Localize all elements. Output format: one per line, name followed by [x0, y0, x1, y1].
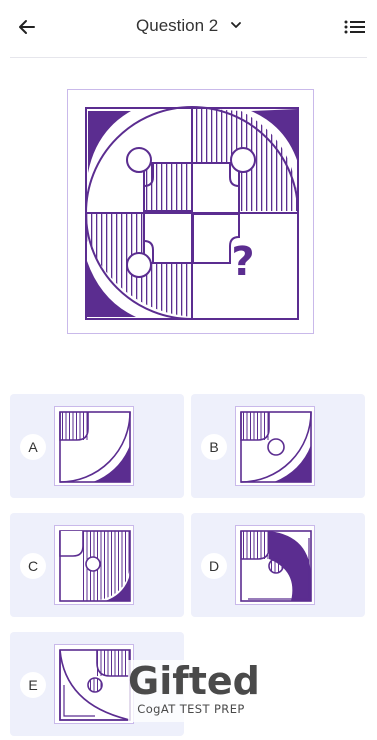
- chevron-down-icon: [231, 22, 241, 28]
- option-label: E: [20, 672, 46, 698]
- option-a[interactable]: A: [10, 394, 184, 498]
- watermark-tagline: CogAT TEST PREP: [137, 702, 245, 716]
- missing-cell-question-mark: ?: [231, 239, 255, 285]
- gifted-watermark: Gifted CogAT TEST PREP: [128, 659, 260, 722]
- header-divider: [10, 57, 367, 58]
- option-label: D: [201, 553, 227, 579]
- option-d[interactable]: D: [191, 513, 365, 617]
- question-selector[interactable]: Question 2: [0, 16, 377, 36]
- top-bar: Question 2: [0, 0, 377, 56]
- option-e-figure: [54, 644, 134, 724]
- option-c-figure: [54, 525, 134, 605]
- option-b-figure: [235, 406, 315, 486]
- matrix-puzzle: [85, 106, 299, 320]
- option-b[interactable]: B: [191, 394, 365, 498]
- option-a-figure: [54, 406, 134, 486]
- question-title: Question 2: [136, 16, 219, 35]
- option-label: A: [20, 434, 46, 460]
- option-c[interactable]: C: [10, 513, 184, 617]
- list-icon[interactable]: [343, 16, 367, 38]
- question-figure: ?: [67, 89, 314, 334]
- option-d-figure: [235, 525, 315, 605]
- option-label: C: [20, 553, 46, 579]
- watermark-brand: Gifted: [128, 659, 260, 703]
- option-label: B: [201, 434, 227, 460]
